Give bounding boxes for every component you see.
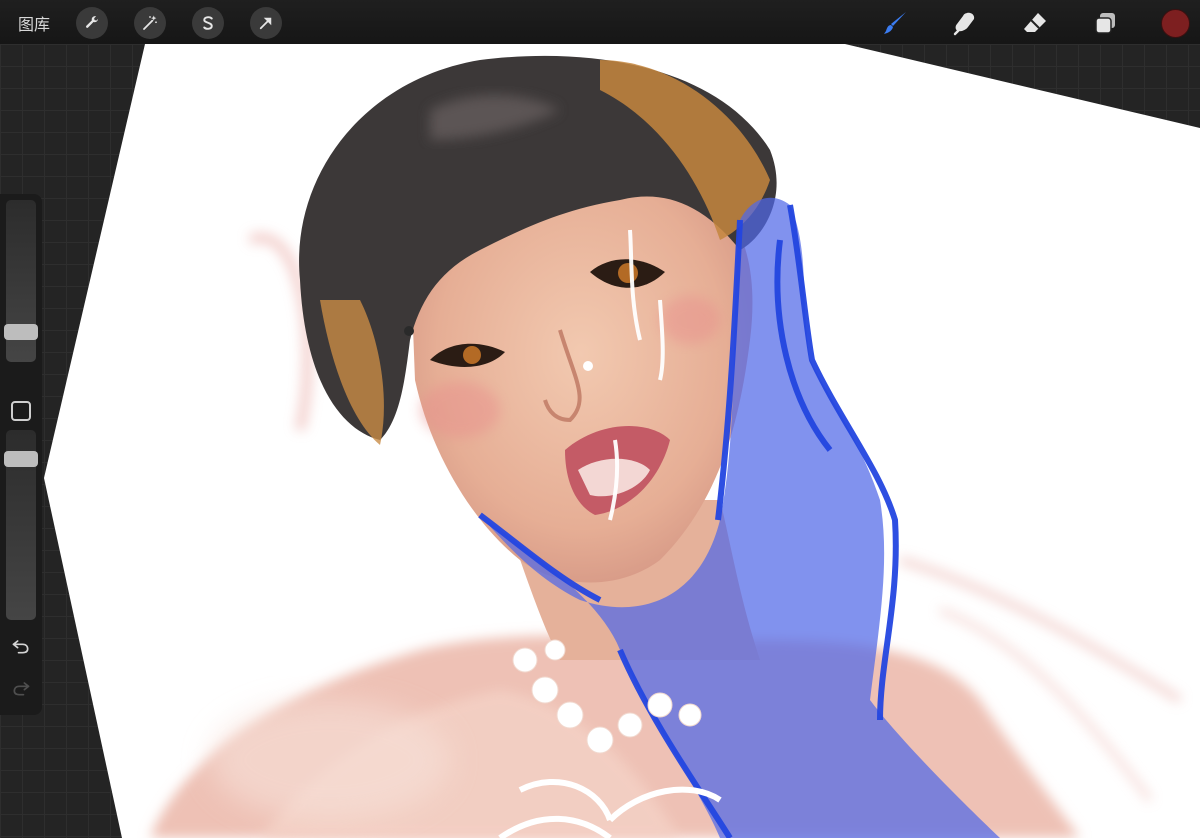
eraser-icon — [1024, 13, 1046, 32]
brush-icon — [884, 12, 906, 34]
undo-icon — [12, 640, 29, 654]
redo-icon — [13, 682, 30, 696]
redo-button[interactable] — [9, 676, 33, 700]
smudge-tool-button[interactable] — [950, 8, 980, 38]
top-toolbar: 图库 — [0, 0, 1200, 44]
smudge-finger-icon — [953, 12, 975, 36]
arrow-cursor-icon — [259, 17, 272, 30]
brush-size-slider-thumb[interactable] — [4, 324, 38, 340]
selection-s-icon — [203, 16, 213, 30]
brush-tool-button[interactable] — [880, 8, 910, 38]
eraser-tool-button[interactable] — [1020, 8, 1050, 38]
left-sidebar — [0, 194, 42, 715]
transform-button[interactable] — [250, 7, 282, 39]
opacity-slider[interactable] — [4, 430, 38, 620]
layers-icon — [1095, 13, 1115, 34]
undo-button[interactable] — [9, 634, 33, 658]
gallery-link[interactable]: 图库 — [18, 11, 50, 35]
adjustments-button[interactable] — [134, 7, 166, 39]
actions-button[interactable] — [76, 7, 108, 39]
opacity-slider-thumb[interactable] — [4, 451, 38, 467]
selection-button[interactable] — [192, 7, 224, 39]
color-picker-swatch[interactable] — [1161, 9, 1190, 38]
modify-button[interactable] — [11, 401, 31, 421]
brush-size-slider[interactable] — [4, 200, 38, 362]
canvas-artwork[interactable] — [0, 0, 1200, 838]
wrench-icon — [86, 16, 99, 28]
layers-button[interactable] — [1090, 8, 1120, 38]
magic-wand-icon — [143, 15, 157, 30]
